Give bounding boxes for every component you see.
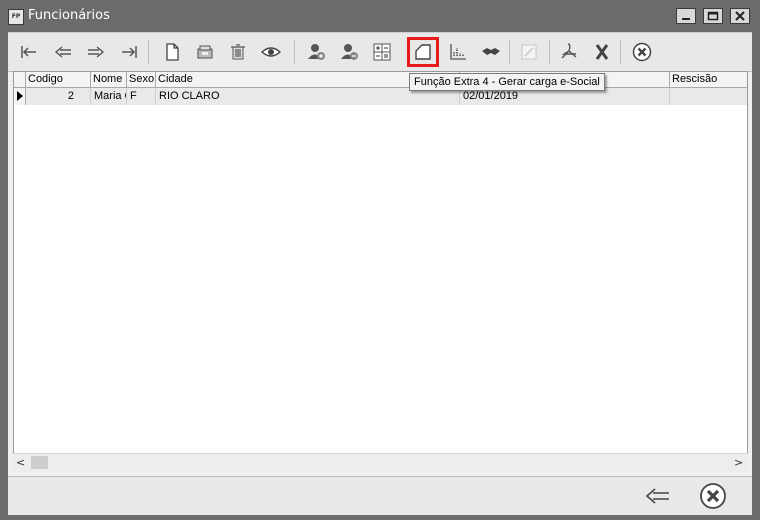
handshake-icon <box>482 48 500 55</box>
first-record-button[interactable] <box>16 39 42 65</box>
new-record-button[interactable] <box>159 39 185 65</box>
scroll-left-arrow[interactable]: < <box>16 456 25 469</box>
next-record-button[interactable] <box>83 39 109 65</box>
table-row[interactable]: 2 Maria C F RIO CLARO 02/01/2019 <box>14 88 747 105</box>
new-record-icon <box>166 43 179 61</box>
last-record-button[interactable] <box>116 39 142 65</box>
current-row-arrow-icon <box>17 91 23 101</box>
app-icon: FP <box>8 9 24 25</box>
previous-record-button[interactable] <box>50 39 76 65</box>
horizontal-scrollbar[interactable]: < > <box>13 453 748 472</box>
add-person-icon <box>308 44 325 60</box>
toolbar-separator <box>509 40 510 64</box>
remove-person-icon <box>341 44 358 60</box>
toolbar-separator <box>549 40 550 64</box>
row-indicator-header <box>14 72 26 88</box>
cell-sexo[interactable]: F <box>127 88 156 105</box>
scroll-thumb[interactable] <box>31 456 48 469</box>
last-record-icon <box>122 46 137 58</box>
remove-person-button[interactable] <box>336 39 362 65</box>
exit-circle-icon <box>700 483 726 509</box>
title-bar[interactable]: FP Funcionários <box>0 0 760 32</box>
report-chart-button[interactable] <box>445 39 471 65</box>
disabled-edit-icon <box>521 44 537 60</box>
row-indicator <box>14 88 26 105</box>
column-header-codigo[interactable]: Codigo <box>26 72 91 88</box>
add-person-button[interactable] <box>303 39 329 65</box>
edit-record-button[interactable] <box>192 39 218 65</box>
toolbar-separator <box>620 40 621 64</box>
pdf-export-button[interactable] <box>556 39 582 65</box>
column-header-rescisao[interactable]: Rescisão <box>670 72 747 88</box>
report-chart-icon <box>450 44 466 60</box>
view-button[interactable] <box>258 39 284 65</box>
window-title: Funcionários <box>28 8 110 23</box>
bottom-bar <box>8 476 752 515</box>
exit-button[interactable] <box>696 480 730 512</box>
view-icon <box>261 47 281 57</box>
maximize-button[interactable] <box>703 8 723 24</box>
edit-record-icon <box>197 45 213 59</box>
cell-codigo[interactable]: 2 <box>26 88 91 105</box>
delete-button[interactable] <box>225 39 251 65</box>
previous-record-icon <box>54 46 71 58</box>
back-button[interactable] <box>640 481 674 511</box>
column-header-nome[interactable]: Nome <box>91 72 127 88</box>
tooltip-extra-function-4: Função Extra 4 - Gerar carga e-Social <box>409 73 605 91</box>
excel-export-button[interactable] <box>589 39 615 65</box>
extra-function-4-icon <box>415 44 431 60</box>
calculator-icon <box>373 43 391 61</box>
pdf-icon <box>561 43 577 59</box>
calculator-button[interactable] <box>369 39 395 65</box>
funcionarios-window: FP Funcionários Codigo Nome Sexo Cidade … <box>0 0 760 520</box>
first-record-icon <box>21 46 36 58</box>
cell-rescisao[interactable] <box>670 88 747 105</box>
minimize-button[interactable] <box>676 8 696 24</box>
scroll-right-arrow[interactable]: > <box>734 456 743 469</box>
close-circle-icon <box>632 42 652 62</box>
disabled-edit-button <box>516 39 542 65</box>
toolbar <box>8 32 752 72</box>
close-window-button[interactable] <box>730 8 750 24</box>
delete-icon <box>231 44 245 60</box>
column-header-sexo[interactable]: Sexo <box>127 72 156 88</box>
extra-function-4-button[interactable] <box>407 37 439 67</box>
handshake-button[interactable] <box>478 39 504 65</box>
cell-nome[interactable]: Maria C <box>91 88 127 105</box>
toolbar-separator <box>148 40 149 64</box>
client-area: Codigo Nome Sexo Cidade Rescisão 2 Maria… <box>8 32 752 515</box>
excel-icon <box>595 44 609 60</box>
close-button[interactable] <box>629 39 655 65</box>
back-arrow-icon <box>645 488 669 504</box>
toolbar-separator <box>294 40 295 64</box>
employees-grid[interactable]: Codigo Nome Sexo Cidade Rescisão 2 Maria… <box>13 71 748 472</box>
next-record-icon <box>88 46 105 58</box>
